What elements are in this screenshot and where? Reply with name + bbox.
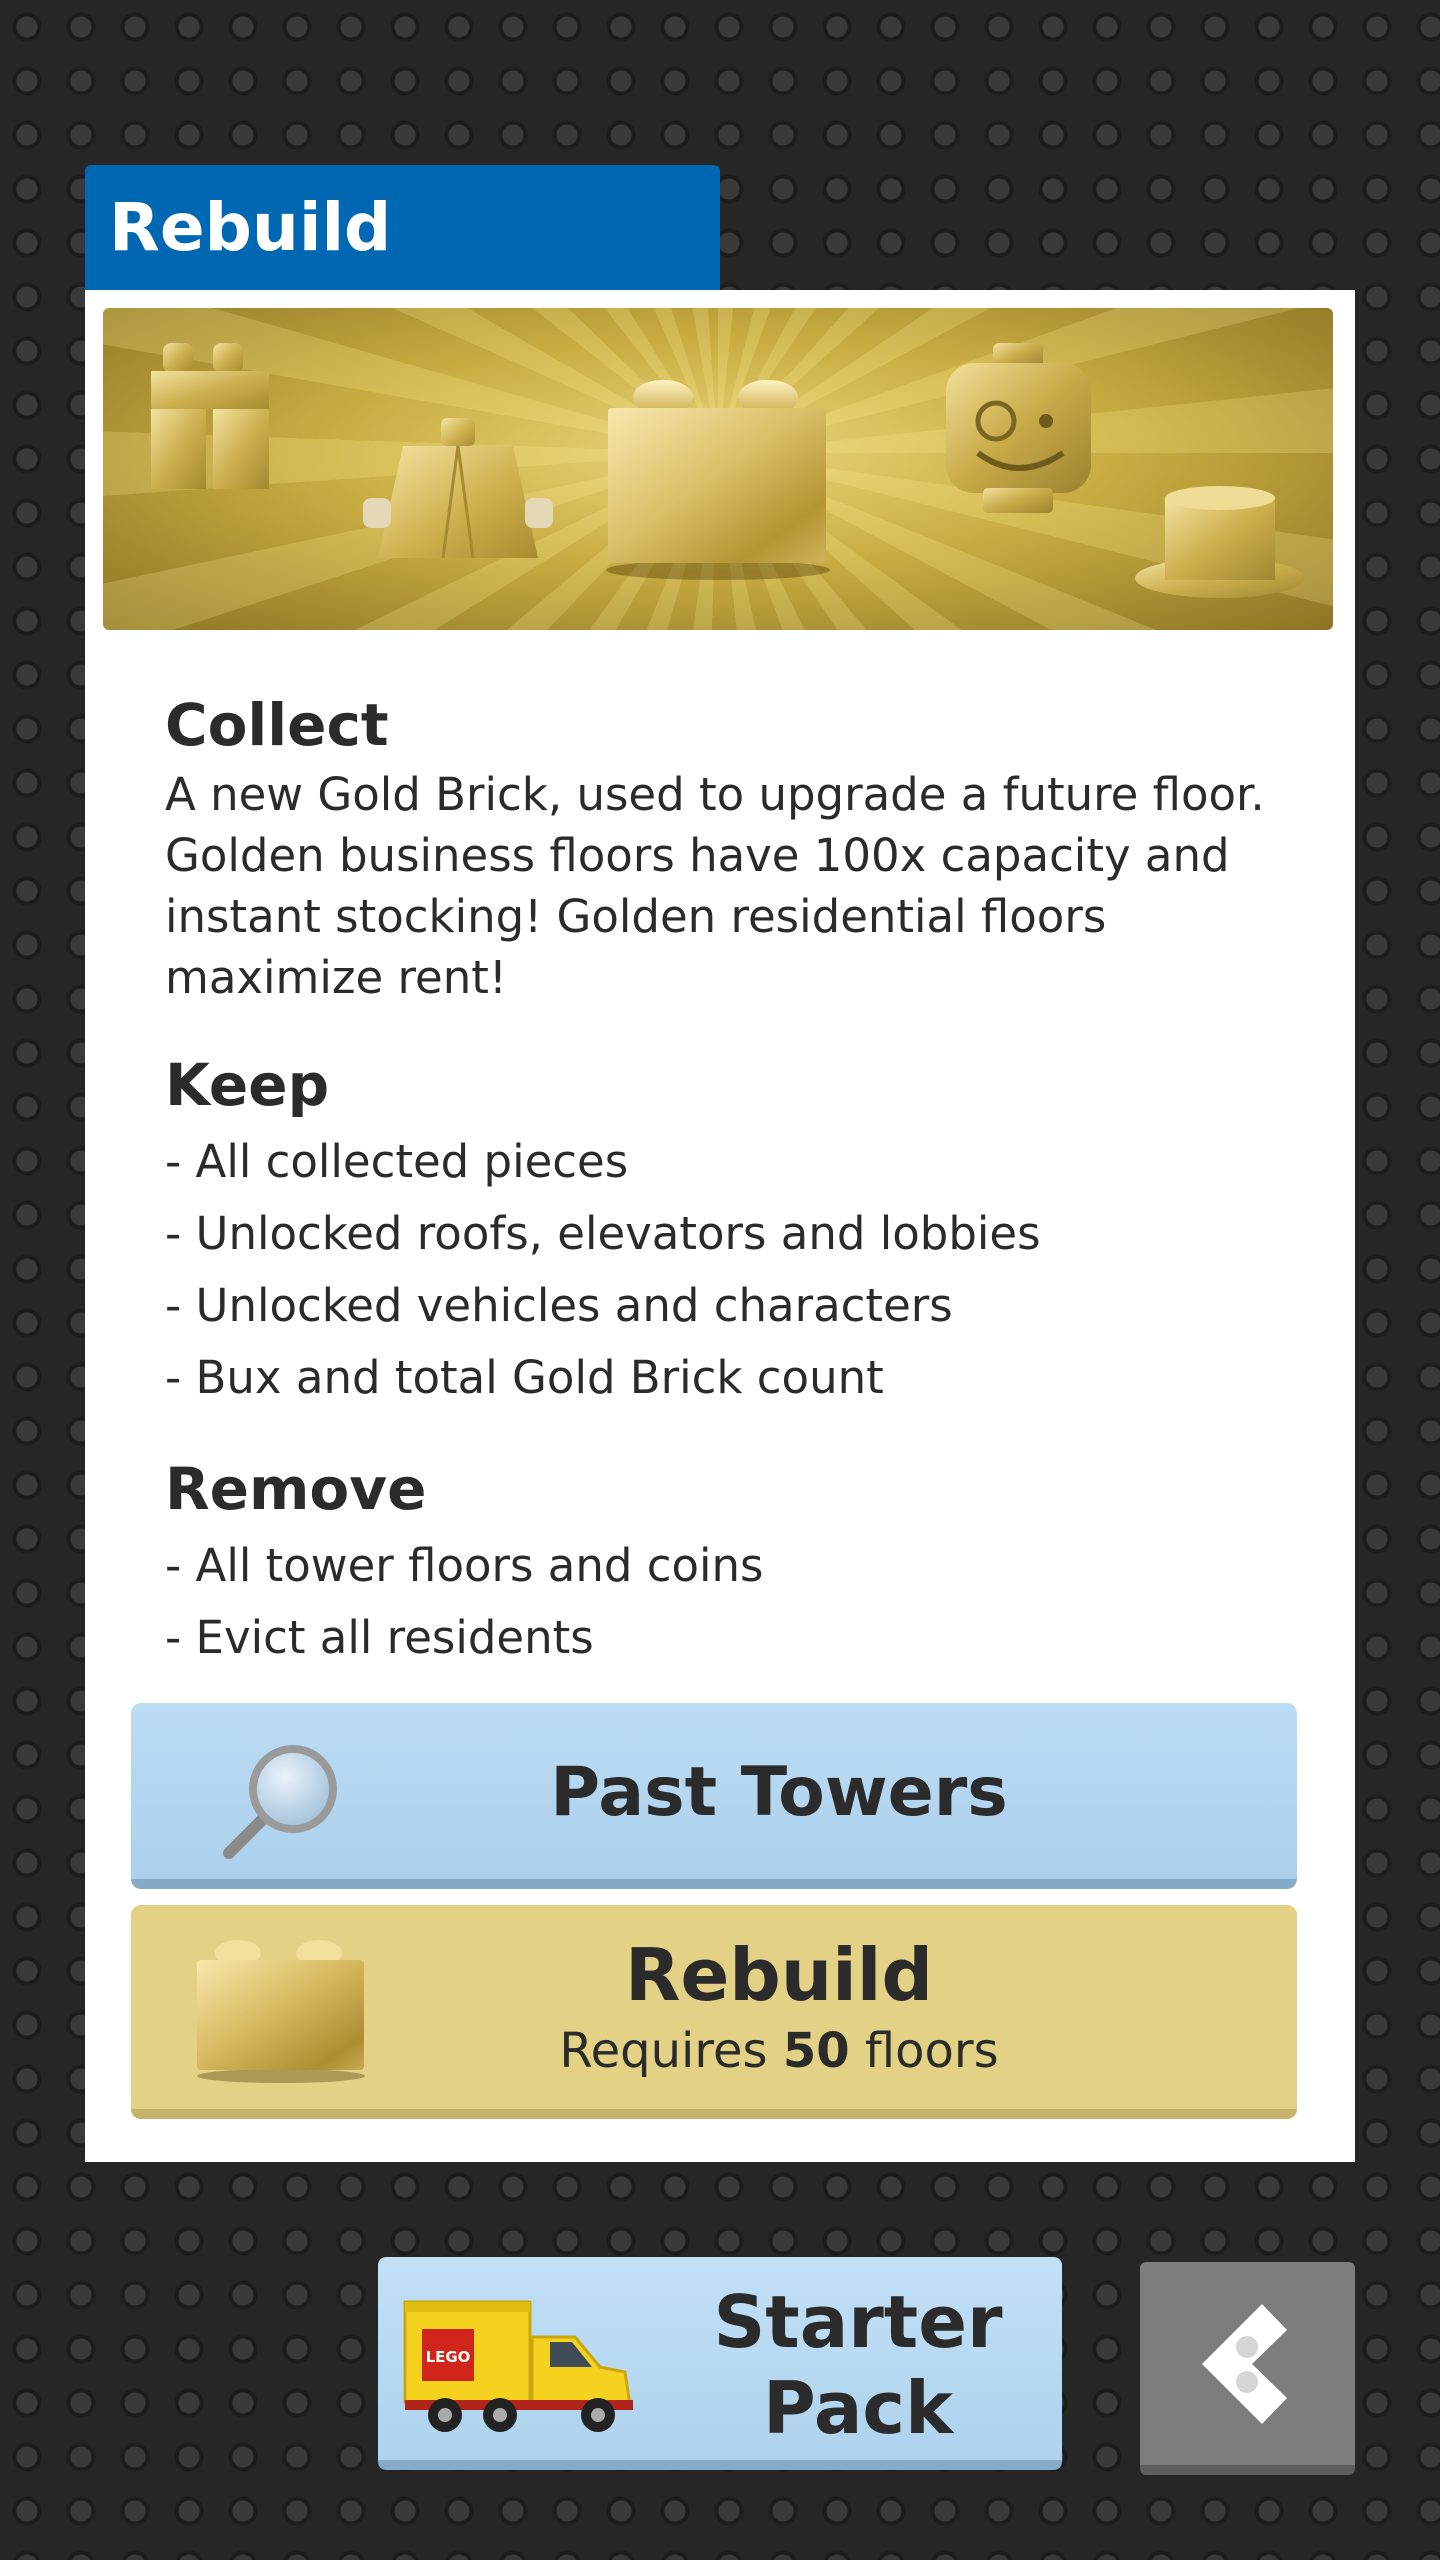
list-item: - All tower floors and coins xyxy=(165,1539,764,1592)
starter-pack-label: Starter Pack xyxy=(678,2279,1038,2451)
collect-text: A new Gold Brick, used to upgrade a futu… xyxy=(165,768,1265,1004)
remove-list: - All tower floors and coins - Evict all… xyxy=(165,1530,1275,1674)
rebuild-requirement: Requires 50 floors xyxy=(261,2023,1297,2079)
remove-heading: Remove xyxy=(165,1455,427,1523)
collect-heading: Collect xyxy=(165,691,389,759)
gold-head-icon xyxy=(946,343,1091,513)
list-item: - Bux and total Gold Brick count xyxy=(165,1351,884,1404)
requirement-prefix: Requires xyxy=(559,2023,783,2079)
gold-legs-icon xyxy=(151,343,269,489)
past-towers-button[interactable]: Past Towers xyxy=(131,1703,1297,1889)
gold-pieces-banner xyxy=(103,308,1333,630)
list-item: - Evict all residents xyxy=(165,1611,594,1664)
starter-pack-line2: Pack xyxy=(763,2366,953,2450)
gold-top-hat-icon xyxy=(1135,486,1305,598)
rebuild-info: Collect A new Gold Brick, used to upgrad… xyxy=(165,690,1275,1674)
rebuild-label: Rebuild xyxy=(625,1933,933,2017)
gold-brick-icon xyxy=(606,380,830,580)
keep-list: - All collected pieces - Unlocked roofs,… xyxy=(165,1126,1275,1414)
list-item: - Unlocked vehicles and characters xyxy=(165,1279,953,1332)
list-item: - All collected pieces xyxy=(165,1135,629,1188)
dialog-title-tab: Rebuild xyxy=(85,165,720,290)
back-button[interactable] xyxy=(1140,2262,1355,2475)
keep-heading: Keep xyxy=(165,1051,330,1119)
starter-pack-line1: Starter xyxy=(713,2280,1003,2364)
lego-truck-icon: LEGO xyxy=(403,2300,633,2432)
starter-pack-button[interactable]: LEGO Starter Pack xyxy=(378,2257,1062,2470)
back-arrow-icon xyxy=(1202,2304,1287,2424)
requirement-floor-count: 50 xyxy=(782,2023,850,2079)
rebuild-dialog: Collect A new Gold Brick, used to upgrad… xyxy=(85,290,1355,2162)
past-towers-label: Past Towers xyxy=(550,1753,1008,1832)
gold-torso-icon xyxy=(363,418,553,559)
list-item: - Unlocked roofs, elevators and lobbies xyxy=(165,1207,1041,1260)
rebuild-button[interactable]: Rebuild Requires 50 floors xyxy=(131,1905,1297,2119)
requirement-suffix: floors xyxy=(849,2023,999,2079)
lego-logo-text: LEGO xyxy=(426,2348,471,2366)
